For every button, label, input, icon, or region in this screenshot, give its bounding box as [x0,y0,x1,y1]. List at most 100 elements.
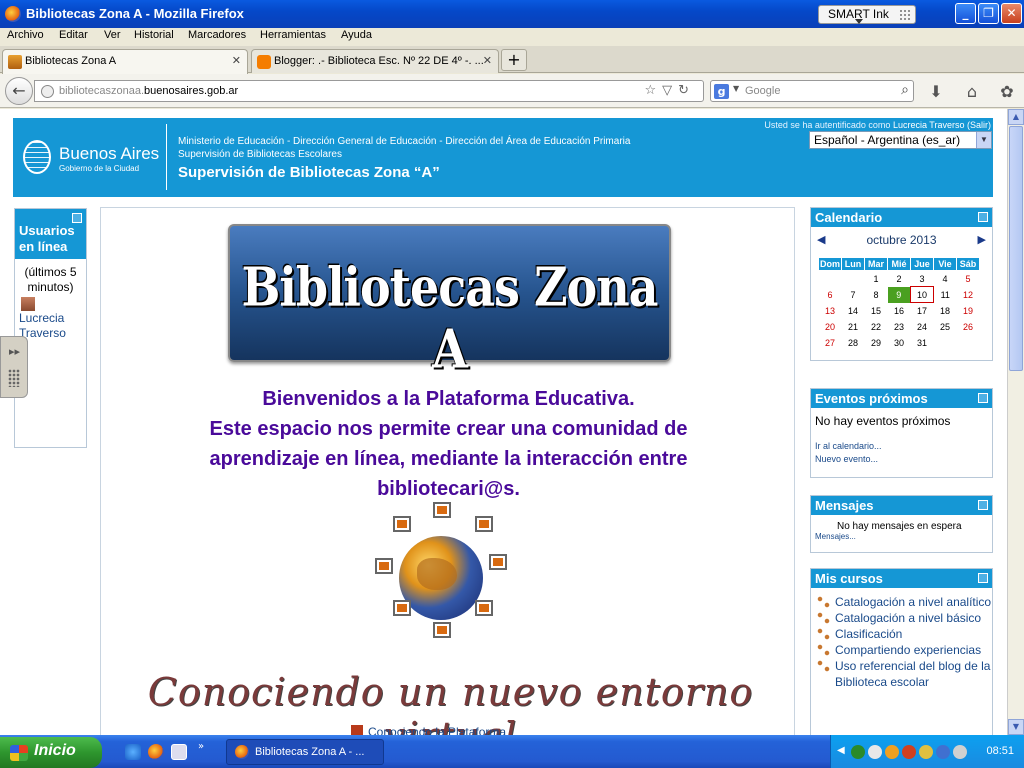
calendar-day[interactable]: 8 [865,287,888,303]
tab-blogger[interactable]: Blogger: .- Biblioteca Esc. Nº 22 DE 4º … [251,49,499,73]
ie-icon[interactable] [125,744,141,760]
menu-ver[interactable]: Ver [104,29,121,41]
smart-ink-widget[interactable]: SMART Ink [818,5,916,24]
calendar-day[interactable]: 27 [819,335,842,351]
avatar[interactable] [21,297,35,311]
calendar-day[interactable]: 9 [887,286,911,303]
logout-link[interactable]: (Salir) [967,120,991,130]
history-dropdown-icon[interactable]: ▽ [662,83,678,98]
tray-app-icon[interactable] [851,745,865,759]
next-month-icon[interactable]: ▶ [978,233,986,246]
calendar-day[interactable]: 4 [934,271,957,287]
new-event-link[interactable]: Nuevo evento... [811,453,992,466]
close-tab-icon[interactable]: ✕ [232,54,241,67]
reload-icon[interactable]: ↻ [678,83,695,98]
url-bar[interactable]: bibliotecaszonaa.buenosaires.gob.ar ☆▽↻ [34,80,704,102]
calendar-day[interactable]: 3 [911,271,934,287]
menu-historial[interactable]: Historial [134,29,174,41]
user-link[interactable]: Lucrecia Traverso [893,120,965,130]
extension-icon[interactable]: ✿ [997,82,1017,101]
minimize-button[interactable]: _ [955,3,976,24]
tray-expand-icon[interactable]: ◀ [837,745,845,756]
expand-arrows-icon[interactable]: ▸▸ [9,345,20,358]
calendar-day[interactable]: 22 [865,319,888,335]
calendar-day[interactable]: 30 [888,335,911,351]
messages-link[interactable]: Mensajes... [811,532,992,541]
menu-archivo[interactable]: Archivo [7,29,44,41]
close-tab-icon[interactable]: ✕ [483,54,492,67]
scroll-down-icon[interactable]: ▼ [1008,719,1024,735]
calendar-day[interactable]: 20 [819,319,842,335]
hide-block-icon[interactable] [978,212,988,222]
hide-block-icon[interactable] [978,573,988,583]
side-panel-handle[interactable]: ▸▸ [0,336,28,398]
calendar-day[interactable]: 15 [865,303,888,319]
grip-icon[interactable] [899,9,911,21]
engine-dropdown-icon[interactable]: ▼ [733,84,739,93]
hide-block-icon[interactable] [978,500,988,510]
google-icon[interactable]: g [714,84,729,99]
calendar-day[interactable]: 24 [911,319,934,335]
grip-icon[interactable] [8,369,20,387]
menu-ayuda[interactable]: Ayuda [341,29,372,41]
platform-link[interactable]: Conociendo la Plataforma [351,725,506,735]
calendar-day[interactable]: 17 [911,303,934,319]
calendar-day[interactable]: 10 [910,286,934,303]
menu-editar[interactable]: Editar [59,29,88,41]
course-item[interactable]: Compartiendo experiencias [815,642,992,658]
more-icon[interactable]: » [198,741,204,752]
calendar-day[interactable]: 6 [819,287,842,303]
course-item[interactable]: Catalogación a nivel básico [815,610,992,626]
calendar-day[interactable]: 23 [888,319,911,335]
hide-block-icon[interactable] [72,213,82,223]
volume-icon[interactable] [953,745,967,759]
language-select[interactable]: Español - Argentina (es_ar) ▼ [809,131,992,149]
search-icon[interactable]: ⌕ [901,82,909,98]
calendar-day[interactable]: 12 [957,287,980,303]
firefox-quicklaunch-icon[interactable] [148,744,164,760]
tab-bibliotecas[interactable]: Bibliotecas Zona A ✕ [2,49,248,74]
calendar-day[interactable]: 31 [911,335,934,351]
maximize-button[interactable]: ❐ [978,3,999,24]
start-button[interactable]: Inicio [0,737,102,768]
taskbar-firefox-task[interactable]: Bibliotecas Zona A - ... [226,739,384,765]
goto-calendar-link[interactable]: Ir al calendario... [811,440,992,453]
back-button[interactable]: ← [5,77,33,105]
scrollbar-thumb[interactable] [1009,126,1023,371]
course-item[interactable]: Clasificación [815,626,992,642]
app-quicklaunch-icon[interactable] [171,744,187,760]
calendar-day[interactable]: 7 [842,287,865,303]
vertical-scrollbar[interactable]: ▲ ▼ [1007,109,1024,735]
tray-app-icon[interactable] [936,745,950,759]
new-tab-button[interactable]: + [501,49,527,71]
calendar-day[interactable]: 2 [888,271,911,287]
calendar-day[interactable]: 25 [934,319,957,335]
calendar-day[interactable]: 26 [957,319,980,335]
tray-app-icon[interactable] [902,745,916,759]
calendar-day[interactable]: 5 [957,271,980,287]
home-icon[interactable]: ⌂ [962,82,982,101]
tray-app-icon[interactable] [885,745,899,759]
scroll-up-icon[interactable]: ▲ [1008,109,1024,125]
calendar-day[interactable]: 11 [934,287,957,303]
calendar-day[interactable]: 28 [842,335,865,351]
tray-app-icon[interactable] [868,745,882,759]
calendar-day[interactable]: 14 [842,303,865,319]
hide-block-icon[interactable] [978,393,988,403]
menu-marcadores[interactable]: Marcadores [188,29,246,41]
bookmark-star-icon[interactable]: ☆ [644,83,662,98]
calendar-day[interactable]: 19 [957,303,980,319]
menu-herramientas[interactable]: Herramientas [260,29,326,41]
shield-icon[interactable] [919,745,933,759]
calendar-day[interactable]: 18 [934,303,957,319]
download-icon[interactable]: ⬇ [926,82,946,101]
calendar-day[interactable]: 29 [865,335,888,351]
course-item[interactable]: Catalogación a nivel analítico [815,594,992,610]
close-button[interactable]: ✕ [1001,3,1022,24]
calendar-day[interactable]: 16 [888,303,911,319]
calendar-day[interactable]: 1 [865,271,888,287]
calendar-day[interactable]: 13 [819,303,842,319]
search-bar[interactable]: g ▼ Google ⌕ [710,80,914,102]
calendar-day[interactable]: 21 [842,319,865,335]
course-item[interactable]: Uso referencial del blog de la Bibliotec… [815,658,992,690]
